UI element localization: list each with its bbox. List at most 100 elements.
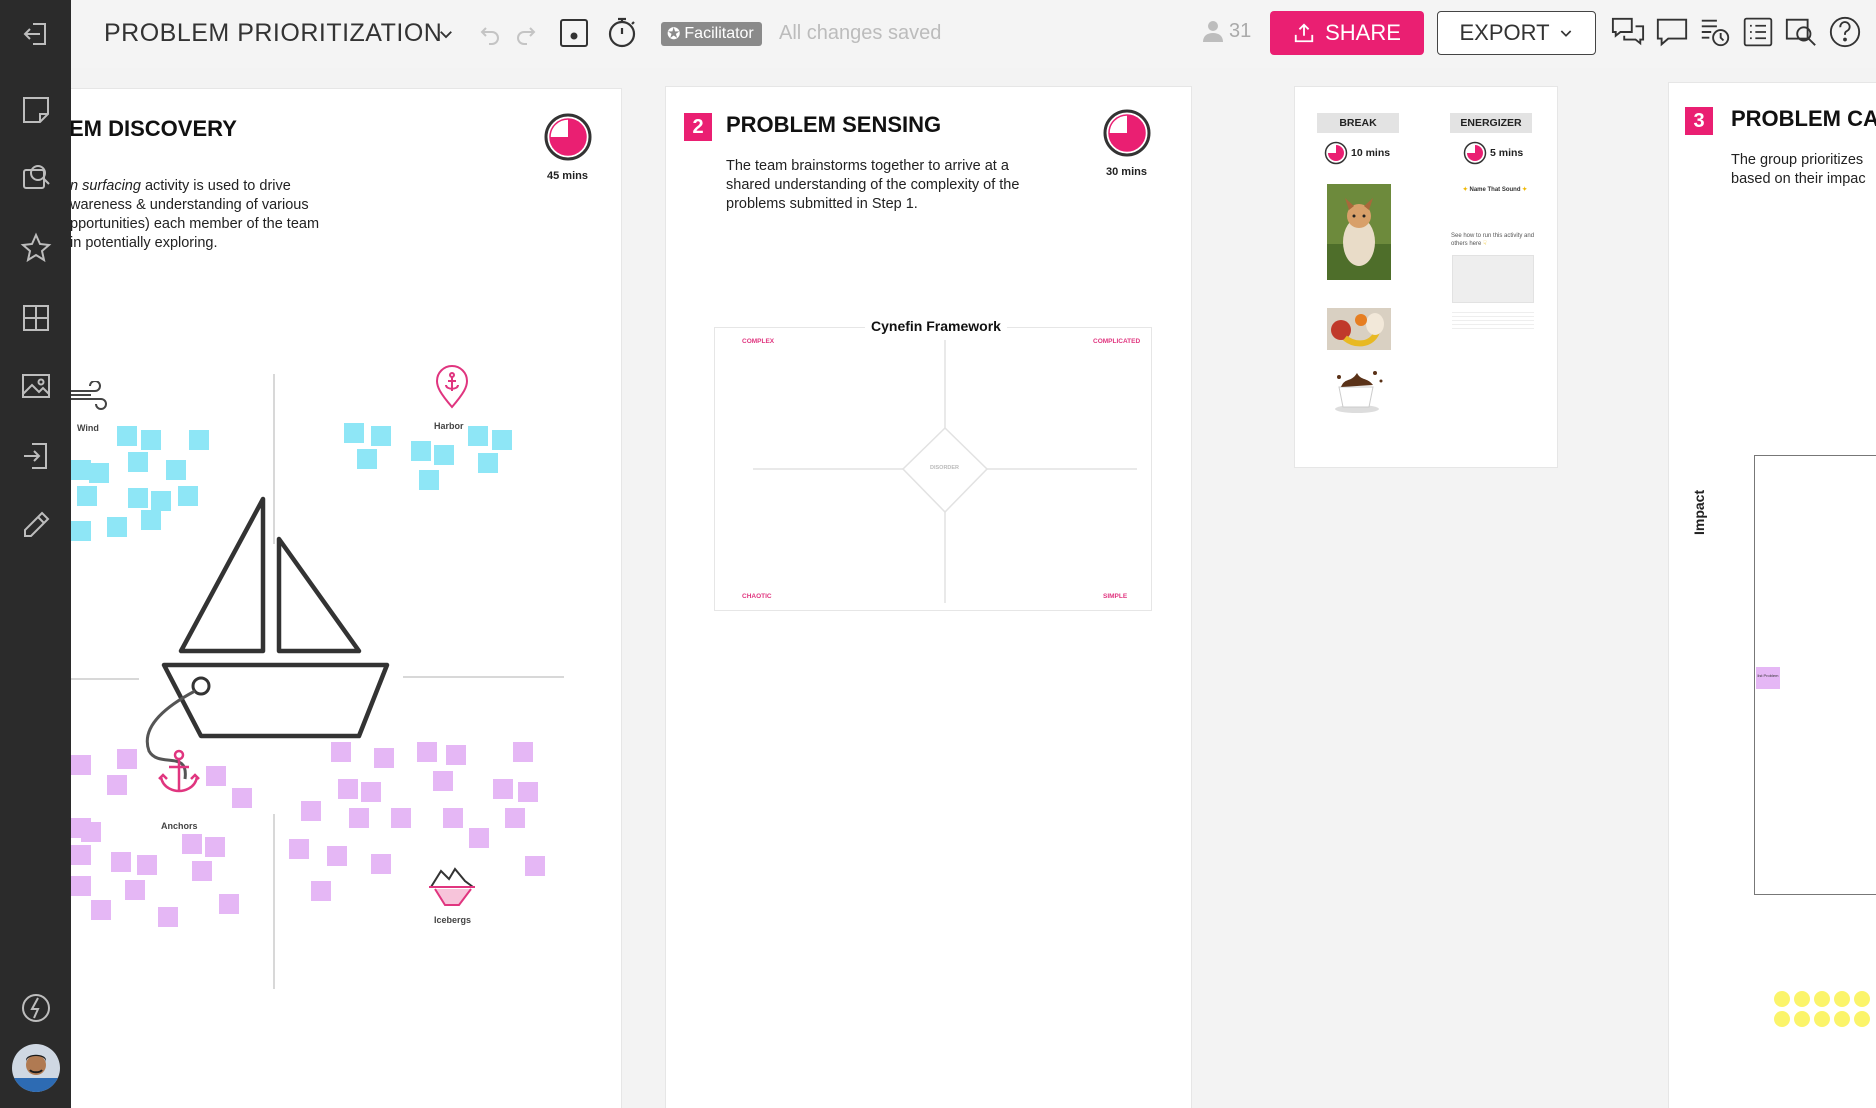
- sticky-note[interactable]: [91, 900, 111, 920]
- sticky-note[interactable]: [206, 766, 226, 786]
- sticky-note[interactable]: [81, 822, 101, 842]
- sticky-note[interactable]: [443, 808, 463, 828]
- board-canvas[interactable]: EM DISCOVERY n surfacing activity is use…: [0, 68, 1876, 1108]
- sticky-note[interactable]: [357, 449, 377, 469]
- sticky-note[interactable]: [71, 845, 91, 865]
- sticky-note[interactable]: [374, 748, 394, 768]
- sticky-note[interactable]: [371, 854, 391, 874]
- sticky-note[interactable]: [391, 808, 411, 828]
- undo-icon[interactable]: [476, 20, 504, 48]
- search-card-icon[interactable]: [0, 150, 71, 206]
- sticky-note[interactable]: [71, 755, 91, 775]
- list-icon[interactable]: [1740, 14, 1776, 50]
- exit-icon[interactable]: [0, 6, 71, 62]
- sticky-note[interactable]: [189, 430, 209, 450]
- sticky-note[interactable]: [311, 881, 331, 901]
- break-panel[interactable]: BREAK ENERGIZER 10 mins 5 mins ✦ Name Th…: [1294, 86, 1558, 468]
- activity-preview[interactable]: [1452, 255, 1534, 303]
- coffee-photo[interactable]: [1329, 365, 1387, 415]
- sticky-note[interactable]: [411, 441, 431, 461]
- sticky-note[interactable]: [478, 453, 498, 473]
- sticky-note[interactable]: [205, 837, 225, 857]
- sticky-note[interactable]: [327, 846, 347, 866]
- sticky-note[interactable]: [128, 488, 148, 508]
- help-icon[interactable]: [1827, 14, 1863, 50]
- sticky-note[interactable]: [338, 779, 358, 799]
- sticky-note[interactable]: [71, 460, 91, 480]
- step2-timer[interactable]: [1102, 108, 1152, 163]
- sticky-note[interactable]: [128, 452, 148, 472]
- grid-icon[interactable]: [0, 290, 71, 346]
- sticky-note[interactable]: [117, 426, 137, 446]
- sticky-note[interactable]: [417, 742, 437, 762]
- board-title[interactable]: PROBLEM PRIORITIZATION: [104, 19, 442, 48]
- find-icon[interactable]: [1783, 14, 1819, 50]
- sticky-note[interactable]: [151, 491, 171, 511]
- stopwatch-icon[interactable]: [605, 15, 639, 49]
- sticky-note[interactable]: [141, 510, 161, 530]
- break-timer[interactable]: 10 mins: [1324, 141, 1390, 165]
- sticky-note[interactable]: [492, 430, 512, 450]
- step1-panel[interactable]: EM DISCOVERY n surfacing activity is use…: [40, 88, 622, 1108]
- sticky-note[interactable]: [77, 486, 97, 506]
- sticky-note[interactable]: [289, 839, 309, 859]
- sticky-note[interactable]: [232, 788, 252, 808]
- cynefin-framework[interactable]: Cynefin Framework COMPLEX COMPLICATED CH…: [714, 318, 1152, 611]
- lightning-icon[interactable]: [0, 980, 71, 1036]
- sticky-note[interactable]: [344, 423, 364, 443]
- sticky-note[interactable]: [513, 742, 533, 762]
- sticky-note[interactable]: [141, 430, 161, 450]
- avatar[interactable]: [12, 1044, 60, 1092]
- energizer-timer[interactable]: 5 mins: [1463, 141, 1523, 165]
- sticky-note[interactable]: [434, 445, 454, 465]
- sticky-note[interactable]: [518, 782, 538, 802]
- sticky-note[interactable]: [166, 460, 186, 480]
- sticky-note[interactable]: [446, 745, 466, 765]
- sticky-note[interactable]: [178, 486, 198, 506]
- sticky-note[interactable]: [301, 801, 321, 821]
- sticky-note[interactable]: [433, 771, 453, 791]
- sticky-note[interactable]: [525, 856, 545, 876]
- activity-icon[interactable]: [1697, 14, 1733, 50]
- chevron-down-icon[interactable]: [434, 22, 458, 46]
- sticky-note[interactable]: [89, 463, 109, 483]
- sticky-note[interactable]: [107, 517, 127, 537]
- dot-votes[interactable]: [1772, 989, 1876, 1034]
- sticky-note[interactable]: [469, 828, 489, 848]
- sticky-note[interactable]: [111, 852, 131, 872]
- sticky-note[interactable]: list Problem: [1756, 667, 1780, 689]
- sticky-note[interactable]: [493, 779, 513, 799]
- star-icon[interactable]: [0, 220, 71, 276]
- sticky-note[interactable]: [468, 426, 488, 446]
- image-icon[interactable]: [0, 358, 71, 414]
- sticky-note[interactable]: [361, 782, 381, 802]
- sticky-note[interactable]: [371, 426, 391, 446]
- sticky-note[interactable]: [219, 894, 239, 914]
- sticky-note[interactable]: [182, 834, 202, 854]
- export-button[interactable]: EXPORT: [1437, 11, 1596, 55]
- sticky-note[interactable]: [107, 775, 127, 795]
- import-icon[interactable]: [0, 428, 71, 484]
- sticky-note[interactable]: [125, 880, 145, 900]
- sticky-note[interactable]: [71, 521, 91, 541]
- facilitator-badge[interactable]: ✪ Facilitator: [661, 22, 762, 46]
- sticky-note[interactable]: [71, 876, 91, 896]
- snack-photo[interactable]: [1327, 308, 1391, 350]
- sticky-note[interactable]: [419, 470, 439, 490]
- comment-icon[interactable]: [1654, 14, 1690, 50]
- share-button[interactable]: SHARE: [1270, 11, 1424, 55]
- chat-icon[interactable]: [1610, 14, 1646, 50]
- sticky-note[interactable]: [331, 742, 351, 762]
- sticky-note[interactable]: [505, 808, 525, 828]
- sticky-note[interactable]: [137, 855, 157, 875]
- dog-photo[interactable]: [1327, 184, 1391, 280]
- sticky-note-icon[interactable]: [0, 82, 71, 138]
- user-count[interactable]: 31: [1201, 19, 1251, 43]
- step2-panel[interactable]: 2 PROBLEM SENSING The team brainstorms t…: [665, 86, 1192, 1108]
- sticky-note[interactable]: [117, 749, 137, 769]
- record-icon[interactable]: [559, 18, 589, 48]
- sticky-note[interactable]: [158, 907, 178, 927]
- sticky-note[interactable]: [349, 808, 369, 828]
- redo-icon[interactable]: [512, 20, 540, 48]
- step3-panel[interactable]: 3 PROBLEM CA The group prioritizes based…: [1668, 82, 1876, 1108]
